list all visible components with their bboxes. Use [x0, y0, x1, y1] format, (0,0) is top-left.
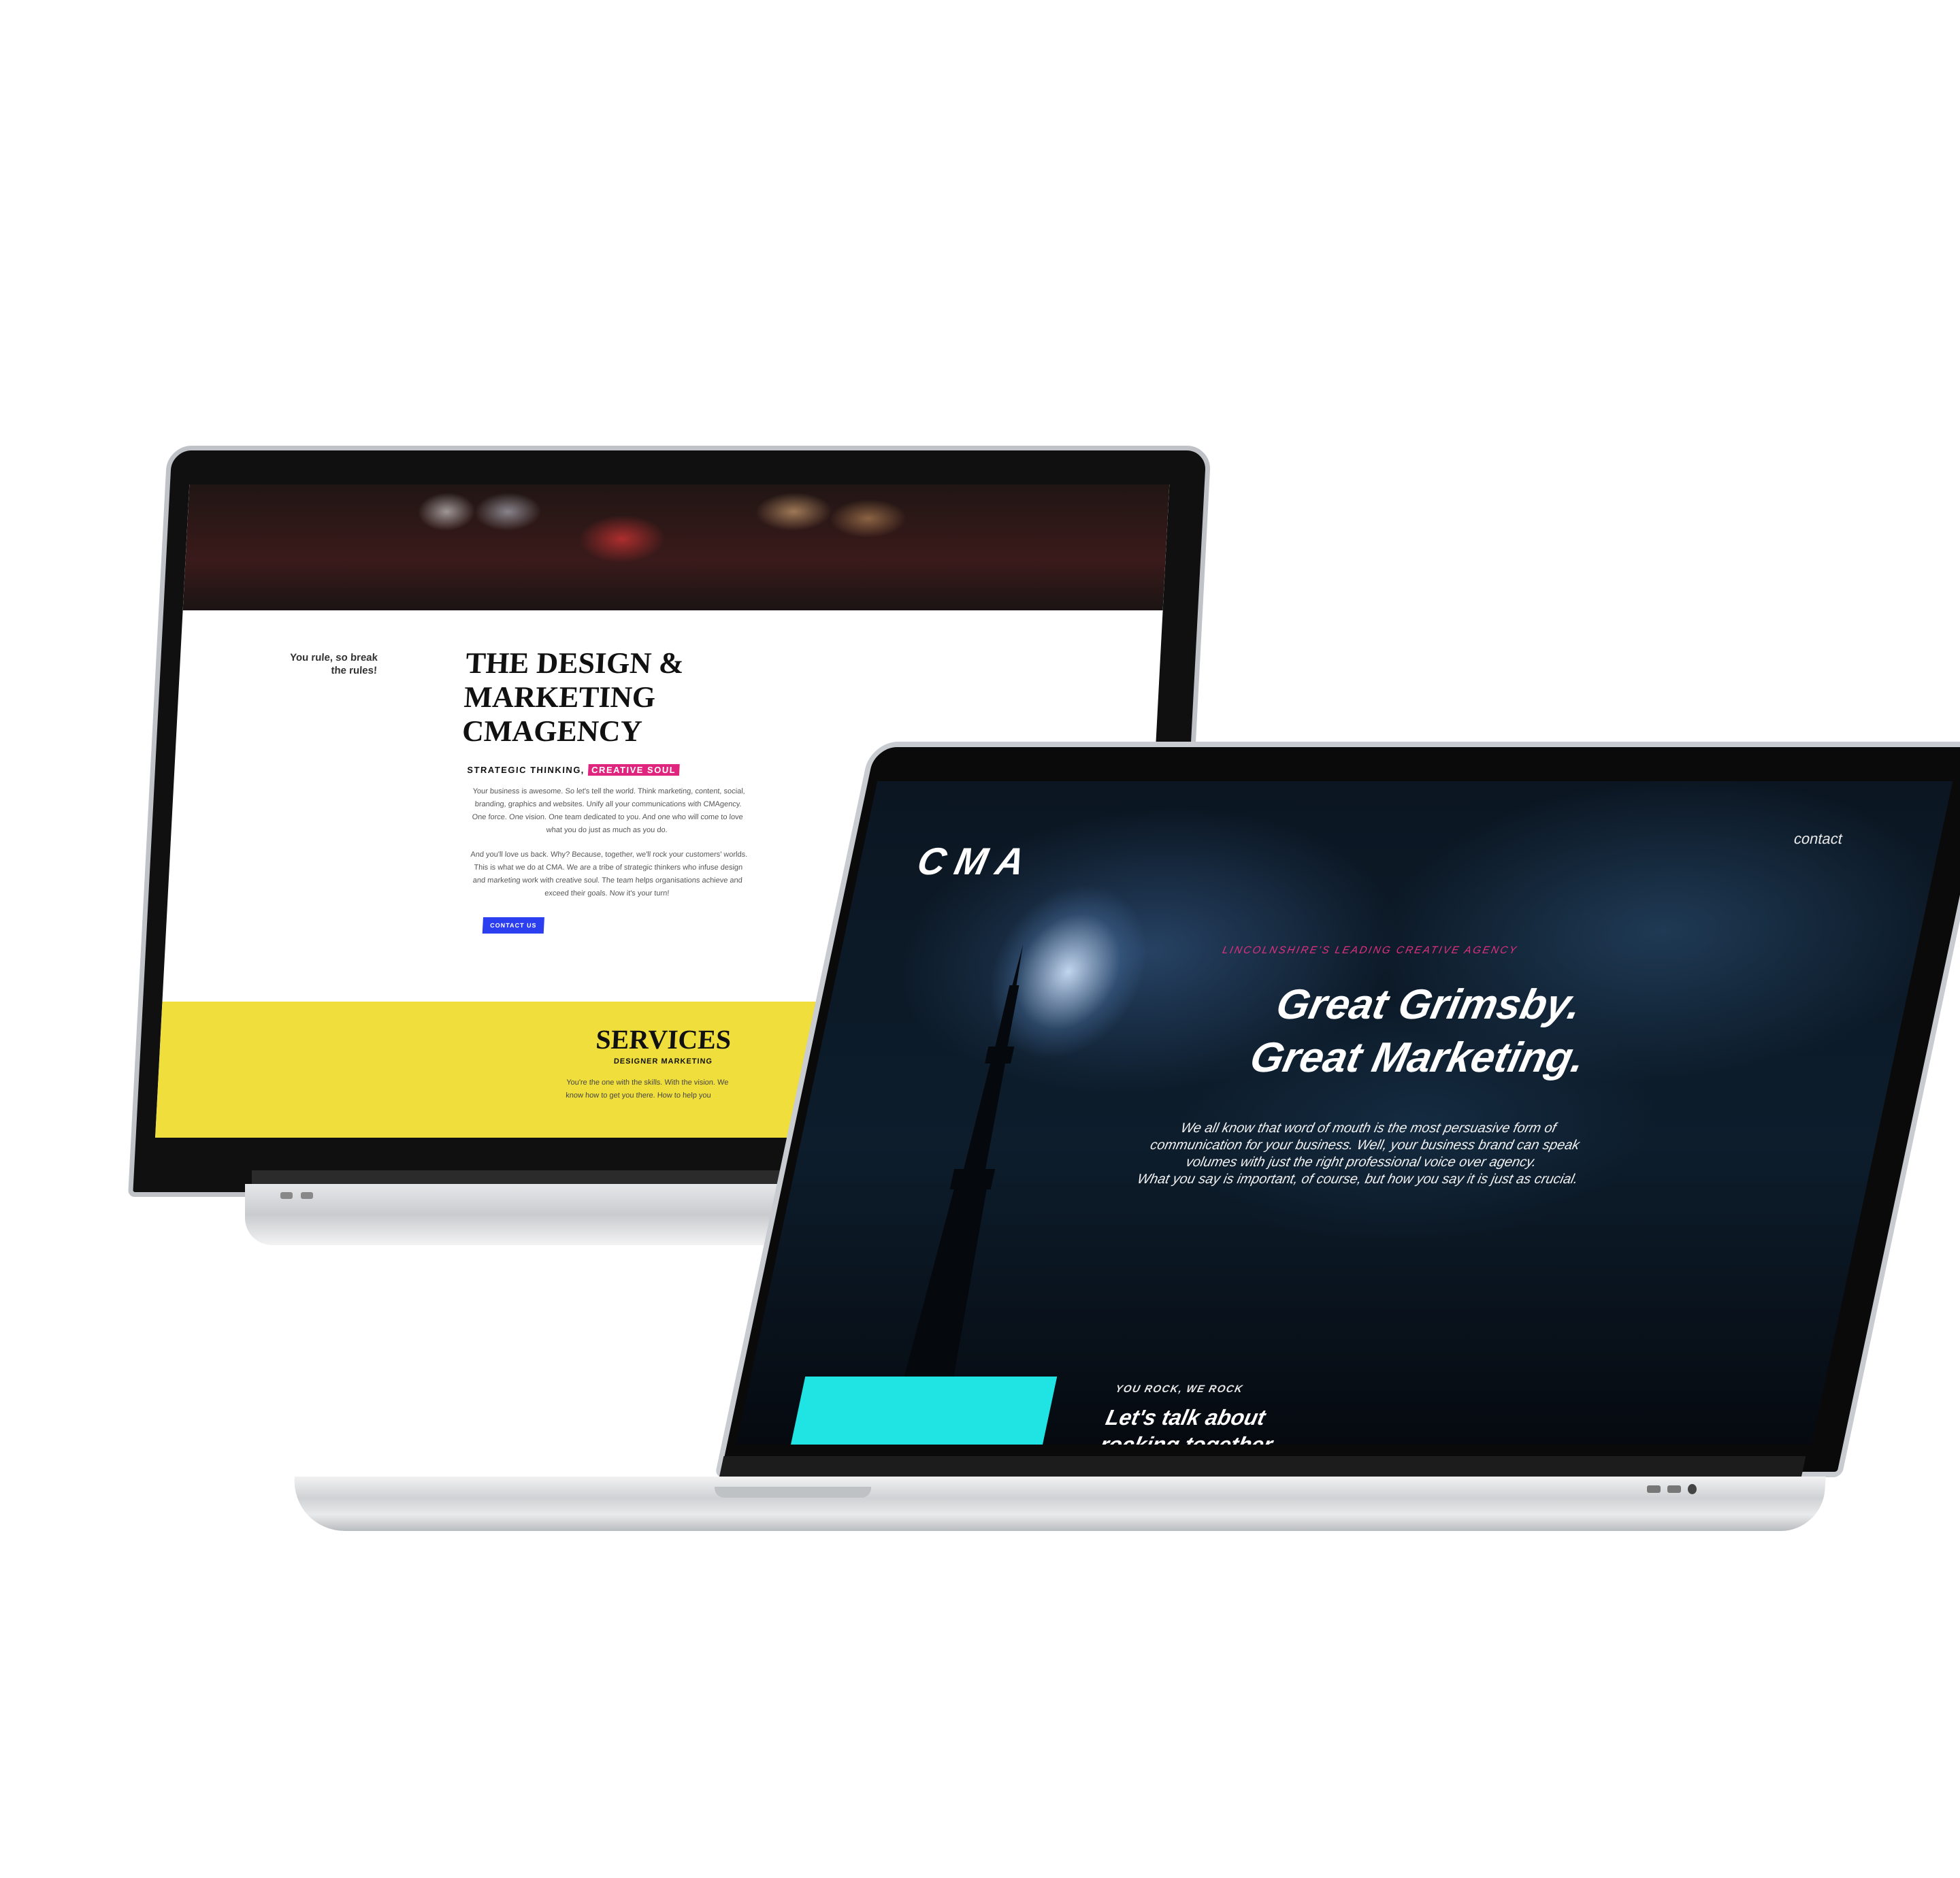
- hero-body-line-3: volumes with just the right professional…: [1184, 1155, 1538, 1170]
- back-paragraph-2: And you'll love us back. Why? Because, t…: [470, 851, 748, 897]
- hero-headline-line-1: Great Grimsby.: [1272, 981, 1586, 1028]
- usb-port-icon: [280, 1192, 293, 1199]
- hero-body-line-1: We all know that word of mouth is the mo…: [1179, 1121, 1558, 1136]
- hero-body-line-4: What you say is important, of course, bu…: [1136, 1172, 1580, 1187]
- back-strategic-line: STRATEGIC THINKING, CREATIVE SOUL: [466, 764, 680, 776]
- tower-silhouette-icon: [885, 944, 1024, 1445]
- cma-logo[interactable]: CMA: [913, 839, 1039, 883]
- nav-contact-link[interactable]: contact: [1792, 830, 1844, 848]
- hero-headline-line-2: Great Marketing.: [1245, 1034, 1589, 1081]
- back-hero-image: [182, 484, 1170, 610]
- front-laptop-keyboard-edge: [719, 1456, 1806, 1478]
- front-laptop-base: [291, 1477, 1826, 1531]
- services-text: You're the one with the skills. With the…: [565, 1078, 729, 1100]
- audio-jack-icon: [1688, 1484, 1697, 1494]
- hero-body: We all know that word of mouth is the mo…: [1015, 1120, 1710, 1188]
- cyan-image-block: [789, 1377, 1058, 1445]
- strategic-highlight: CREATIVE SOUL: [587, 764, 680, 776]
- back-paragraph-1: Your business is awesome. So let's tell …: [472, 787, 746, 834]
- trackpad-notch: [715, 1487, 871, 1498]
- services-subtitle: DESIGNER MARKETING: [613, 1057, 713, 1066]
- back-tagline: You rule, so break the rules!: [289, 652, 378, 676]
- front-laptop-screen: CMA contact LINCOLNSHIRE'S LEADING CREAT…: [736, 781, 1953, 1445]
- rock-label: YOU ROCK, WE ROCK: [1114, 1383, 1245, 1395]
- strategic-prefix: STRATEGIC THINKING,: [466, 765, 585, 775]
- hero-eyebrow: LINCOLNSHIRE'S LEADING CREATIVE AGENCY: [1221, 944, 1520, 956]
- usb-port-icon: [1667, 1485, 1681, 1493]
- hero-body-line-2: communication for your business. Well, y…: [1149, 1138, 1581, 1153]
- back-headline: The Design & Marketing CMAgency: [461, 646, 685, 748]
- rock-headline: Let's talk about rocking together.: [1098, 1405, 1280, 1445]
- usb-port-icon: [1647, 1485, 1661, 1493]
- services-title: SERVICES: [595, 1024, 732, 1055]
- contact-us-button[interactable]: CONTACT US: [482, 917, 544, 934]
- usb-port-icon: [301, 1192, 313, 1199]
- hero-headline: Great Grimsby. Great Marketing.: [1105, 978, 1740, 1085]
